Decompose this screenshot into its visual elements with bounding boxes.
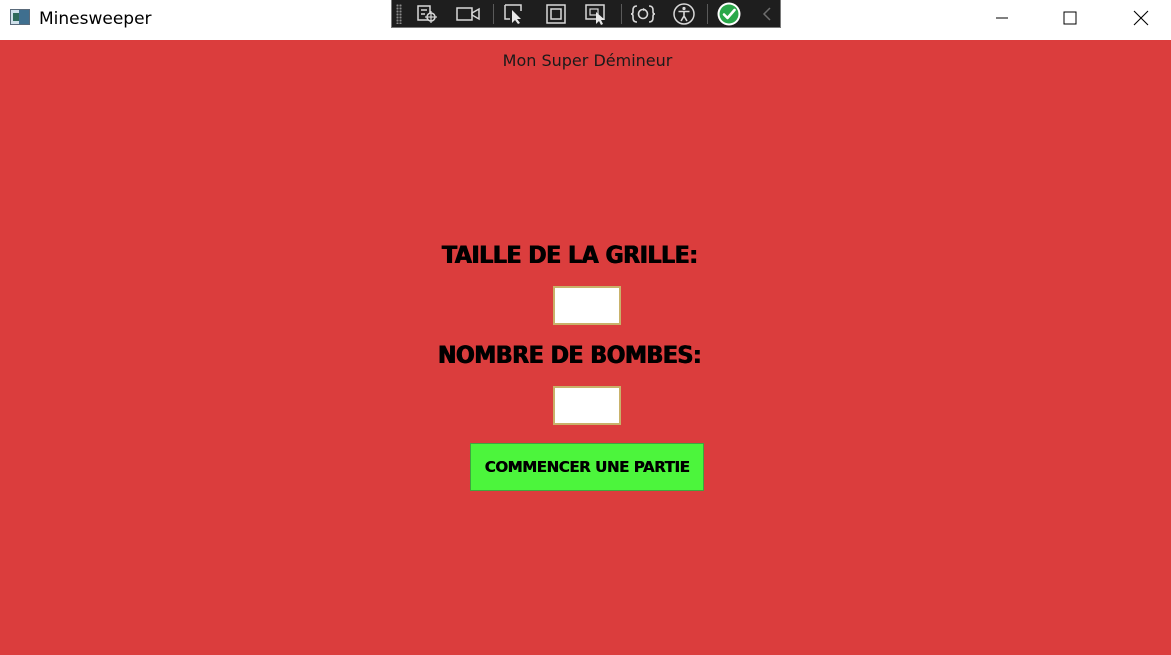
minimize-icon — [995, 11, 1009, 25]
hot-reload-icon[interactable] — [630, 2, 656, 26]
grid-size-label: Taille de la grille: — [442, 241, 698, 269]
xaml-debug-toolbar — [391, 0, 781, 28]
checkmark-ok-icon[interactable] — [716, 2, 742, 26]
start-game-button[interactable]: Commencer une partie — [470, 443, 704, 491]
minimize-button[interactable] — [979, 0, 1025, 36]
bomb-count-label: Nombre de bombes: — [438, 341, 702, 369]
app-window-icon — [10, 9, 30, 25]
live-visual-tree-icon[interactable] — [414, 2, 440, 26]
select-element-icon[interactable] — [502, 2, 528, 26]
app-window: Minesweeper Mon Super Démineur TAILLE DE… — [0, 0, 1171, 655]
grid-size-input[interactable] — [553, 286, 621, 325]
bomb-count-input[interactable] — [553, 386, 621, 425]
accessibility-icon[interactable] — [671, 2, 697, 26]
close-button[interactable] — [1118, 0, 1164, 36]
main-content: Mon Super Démineur Taille de la grille: … — [0, 40, 1171, 655]
close-icon — [1133, 10, 1149, 26]
toolbar-separator — [621, 4, 622, 24]
page-title: Mon Super Démineur — [502, 51, 673, 70]
toolbar-separator — [707, 4, 708, 24]
display-layout-adorners-icon[interactable] — [543, 2, 569, 26]
maximize-button[interactable] — [1047, 0, 1093, 36]
maximize-icon — [1063, 11, 1077, 25]
title-bar[interactable]: Minesweeper — [0, 0, 1171, 40]
toolbar-separator — [493, 4, 494, 24]
record-video-icon[interactable] — [455, 2, 481, 26]
collapse-chevron-icon[interactable] — [754, 2, 780, 26]
toolbar-grip-icon[interactable] — [396, 4, 402, 24]
track-focused-element-icon[interactable] — [583, 2, 609, 26]
window-title: Minesweeper — [39, 9, 152, 29]
